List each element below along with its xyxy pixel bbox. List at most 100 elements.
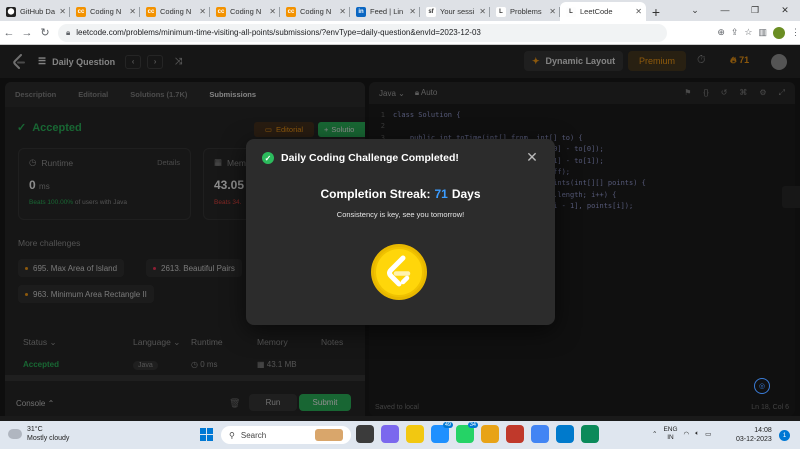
share-icon[interactable]: ⇪: [731, 27, 739, 38]
modal-header: ✓ Daily Coding Challenge Completed!: [262, 152, 459, 164]
url-text: leetcode.com/problems/minimum-time-visit…: [76, 28, 481, 37]
modal-title: Daily Coding Challenge Completed!: [281, 152, 459, 164]
restore-button[interactable]: ❐: [740, 0, 770, 20]
tab-close-icon[interactable]: ✕: [129, 7, 136, 16]
url-field[interactable]: 🔒︎ leetcode.com/problems/minimum-time-vi…: [57, 23, 668, 42]
search-icon: ⚲: [229, 430, 235, 440]
tab-title: Feed | Lin: [370, 7, 404, 16]
tab-favicon-icon: L: [566, 6, 576, 17]
completion-streak: Completion Streak: 71 Days: [246, 187, 555, 201]
search-label: Search: [240, 430, 267, 440]
forward-button[interactable]: →: [18, 27, 36, 39]
chrome-icon[interactable]: [531, 425, 549, 443]
temperature: 31°C: [27, 426, 43, 433]
tab-search-icon[interactable]: ⌄: [680, 0, 710, 20]
file-explorer-icon[interactable]: [406, 425, 424, 443]
reload-button[interactable]: ↻: [36, 26, 54, 39]
browser-tab[interactable]: ⬤ GitHub Da ✕: [0, 2, 70, 21]
teams-chat-icon[interactable]: [381, 425, 399, 443]
browser-tabstrip: ⬤ GitHub Da ✕ cc Coding N ✕ cc Coding N ✕ cc Codin…: [0, 0, 800, 21]
taskbar-search[interactable]: ⚲ Search: [221, 426, 351, 444]
weather-widget[interactable]: 31°C Mostly cloudy: [8, 425, 69, 443]
bookmark-star-icon[interactable]: ☆: [744, 27, 752, 38]
tab-title: LeetCode: [580, 7, 613, 16]
browser-tab[interactable]: cc Coding N ✕: [140, 2, 210, 21]
lock-icon: 🔒︎: [65, 27, 71, 37]
browser-tab[interactable]: L Problems ✕: [490, 2, 560, 21]
browser-tab[interactable]: cc Coding N ✕: [70, 2, 140, 21]
menu-icon[interactable]: ⋮: [791, 27, 800, 38]
tab-favicon-icon: ⬤: [6, 6, 16, 17]
tab-title: Coding N: [90, 7, 122, 16]
whatsapp-icon[interactable]: 34: [456, 422, 478, 443]
vscode-icon[interactable]: [556, 425, 574, 443]
chat-icon[interactable]: ◎: [754, 378, 770, 394]
check-circle-icon: ✓: [262, 152, 274, 164]
modal-tagline: Consistency is key, see you tomorrow!: [336, 210, 465, 219]
streak-unit: Days: [451, 187, 481, 201]
tab-close-icon[interactable]: ✕: [269, 7, 276, 16]
sublime-icon[interactable]: [481, 425, 499, 443]
address-bar: ← → ↻ 🔒︎ leetcode.com/problems/minimum-t…: [0, 21, 800, 45]
tab-title: Coding N: [160, 7, 192, 16]
window-controls: ⌄ — ❐ ✕: [680, 0, 800, 20]
date: 03-12-2023: [736, 436, 772, 443]
tab-favicon-icon: cc: [216, 6, 226, 17]
whatsapp-badge: 34: [467, 422, 478, 428]
tab-favicon-icon: sf: [426, 6, 436, 17]
time: 14:08: [754, 427, 772, 434]
wifi-icon[interactable]: ◠: [684, 430, 690, 438]
volume-icon[interactable]: 🔈︎: [695, 430, 699, 438]
clock[interactable]: 14:08 03-12-2023: [736, 426, 772, 444]
completion-modal: ✓ Daily Coding Challenge Completed! ✕ Co…: [246, 139, 555, 325]
tab-favicon-icon: in: [356, 6, 366, 17]
sidepanel-icon[interactable]: ▥: [759, 27, 768, 38]
tab-title: Coding N: [300, 7, 332, 16]
profile-avatar[interactable]: [773, 26, 786, 39]
tab-close-icon[interactable]: ✕: [199, 7, 206, 16]
tab-close-icon[interactable]: ✕: [409, 7, 416, 16]
streak-value: 71: [434, 187, 448, 201]
zoom-icon[interactable]: ⊕: [717, 27, 725, 38]
tab-favicon-icon: cc: [76, 6, 86, 17]
edge-icon[interactable]: [581, 425, 599, 443]
tab-title: Coding N: [230, 7, 262, 16]
tab-favicon-icon: cc: [146, 6, 156, 17]
tab-close-icon[interactable]: ✕: [339, 7, 346, 16]
windows-taskbar: 31°C Mostly cloudy ⚲ Search 49 34 ⌃ ENG I…: [0, 421, 800, 449]
tab-close-icon[interactable]: ✕: [59, 7, 66, 16]
notification-badge[interactable]: 1: [779, 430, 790, 441]
tab-title: GitHub Da: [20, 7, 56, 16]
minimize-button[interactable]: —: [710, 0, 740, 20]
browser-tab[interactable]: cc Coding N ✕: [210, 2, 280, 21]
back-button[interactable]: ←: [0, 27, 18, 39]
new-tab-button[interactable]: +: [646, 2, 666, 21]
battery-icon[interactable]: ▭: [705, 430, 711, 438]
cloud-icon: [8, 429, 22, 439]
tab-close-icon[interactable]: ✕: [479, 7, 486, 16]
tab-close-icon[interactable]: ✕: [635, 7, 642, 16]
language-indicator[interactable]: ENG IN: [663, 426, 677, 442]
browser-tab[interactable]: cc Coding N ✕: [280, 2, 350, 21]
close-icon[interactable]: ✕: [524, 149, 540, 165]
leetcode-coin-icon: [371, 244, 427, 300]
system-tray: ⌃ ENG IN ◠ 🔈︎ ▭: [652, 426, 711, 442]
close-window-button[interactable]: ✕: [770, 0, 800, 20]
tab-title: Problems: [510, 7, 542, 16]
windows-start-icon[interactable]: [200, 428, 213, 441]
weather-text: Mostly cloudy: [27, 435, 70, 442]
tab-title: Your sessi: [440, 7, 475, 16]
tab-close-icon[interactable]: ✕: [549, 7, 556, 16]
chevron-up-icon[interactable]: ⌃: [652, 430, 657, 438]
browser-tab[interactable]: sf Your sessi ✕: [420, 2, 490, 21]
streak-label: Completion Streak:: [320, 187, 431, 201]
browser-tab[interactable]: L LeetCode ✕: [560, 2, 646, 21]
task-view-icon[interactable]: [356, 425, 374, 443]
tab-favicon-icon: L: [496, 6, 506, 17]
tab-favicon-icon: cc: [286, 6, 296, 17]
browser-tab[interactable]: in Feed | Lin ✕: [350, 2, 420, 21]
search-highlight-image: [315, 429, 343, 441]
mail-icon[interactable]: 49: [431, 422, 453, 443]
opera-icon[interactable]: [506, 425, 524, 443]
mail-badge: 49: [442, 422, 453, 428]
